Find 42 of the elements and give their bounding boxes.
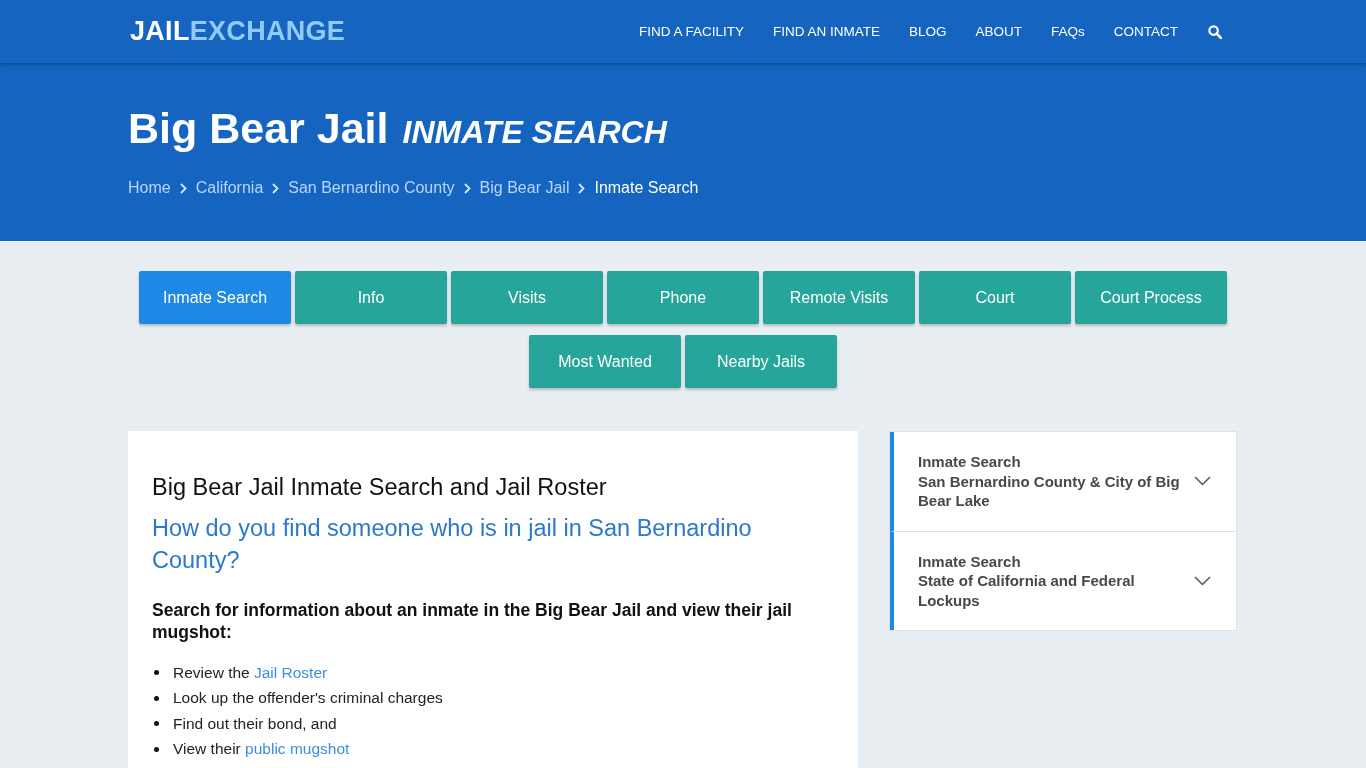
nav-tab[interactable]: Court (919, 271, 1071, 324)
bullet-icon (154, 721, 159, 727)
nav-tab[interactable]: Inmate Search (139, 271, 291, 324)
page-subtitle: INMATE SEARCH (402, 113, 667, 152)
breadcrumb-item[interactable]: San Bernardino County (288, 179, 455, 197)
chevron-right-icon (578, 182, 586, 194)
list-item: Look up the offender's criminal charges (173, 689, 443, 708)
nav-tab[interactable]: Nearby Jails (685, 335, 837, 388)
search-icon[interactable] (1208, 24, 1222, 39)
nav-tab[interactable]: Info (295, 271, 447, 324)
text-link[interactable]: Jail Roster (254, 663, 328, 681)
text-link[interactable]: public mugshot (245, 740, 350, 758)
chevron-right-icon (272, 182, 280, 194)
list-item: View their public mugshot (173, 740, 350, 759)
page-title: Big Bear Jail (128, 103, 389, 154)
nav-link[interactable]: CONTACT (1113, 24, 1178, 39)
bullet-icon (154, 746, 159, 752)
nav-link[interactable]: FIND AN INMATE (772, 24, 880, 39)
breadcrumb-item[interactable]: Home (128, 179, 171, 197)
breadcrumb-item[interactable]: Big Bear Jail (479, 179, 570, 197)
nav-link[interactable]: FAQs (1051, 24, 1085, 39)
nav-link[interactable]: FIND A FACILITY (638, 24, 744, 39)
breadcrumb-item[interactable]: California (195, 179, 264, 197)
site-logo[interactable]: JAILEXCHANGE (130, 18, 346, 45)
chevron-right-icon (179, 182, 187, 194)
nav-link[interactable]: ABOUT (975, 24, 1022, 39)
chevron-right-icon (463, 182, 471, 194)
nav-tab[interactable]: Remote Visits (763, 271, 915, 324)
intro-text: Search for information about an inmate in the Big Bear Jail and view their jail mugshot: (152, 599, 793, 643)
list-item: Find out their bond, and (173, 714, 337, 733)
nav-tab[interactable]: Court Process (1075, 271, 1227, 324)
bullet-icon (154, 670, 159, 676)
breadcrumb-item[interactable]: Inmate Search (594, 179, 699, 197)
accordion-item[interactable]: Inmate Search San Bernardino County & City of Big Bear Lake (890, 432, 1236, 532)
bullet-icon (154, 695, 159, 701)
article-question: How do you find someone who is in jail in San Bernardino County? (152, 514, 753, 575)
article-heading: Big Bear Jail Inmate Search and Jail Roster (152, 473, 608, 502)
nav-link[interactable]: BLOG (908, 24, 947, 39)
nav-tab[interactable]: Most Wanted (529, 335, 681, 388)
nav-tab[interactable]: Phone (607, 271, 759, 324)
nav-tab[interactable]: Visits (451, 271, 603, 324)
list-item: Review the Jail Roster (173, 663, 328, 682)
